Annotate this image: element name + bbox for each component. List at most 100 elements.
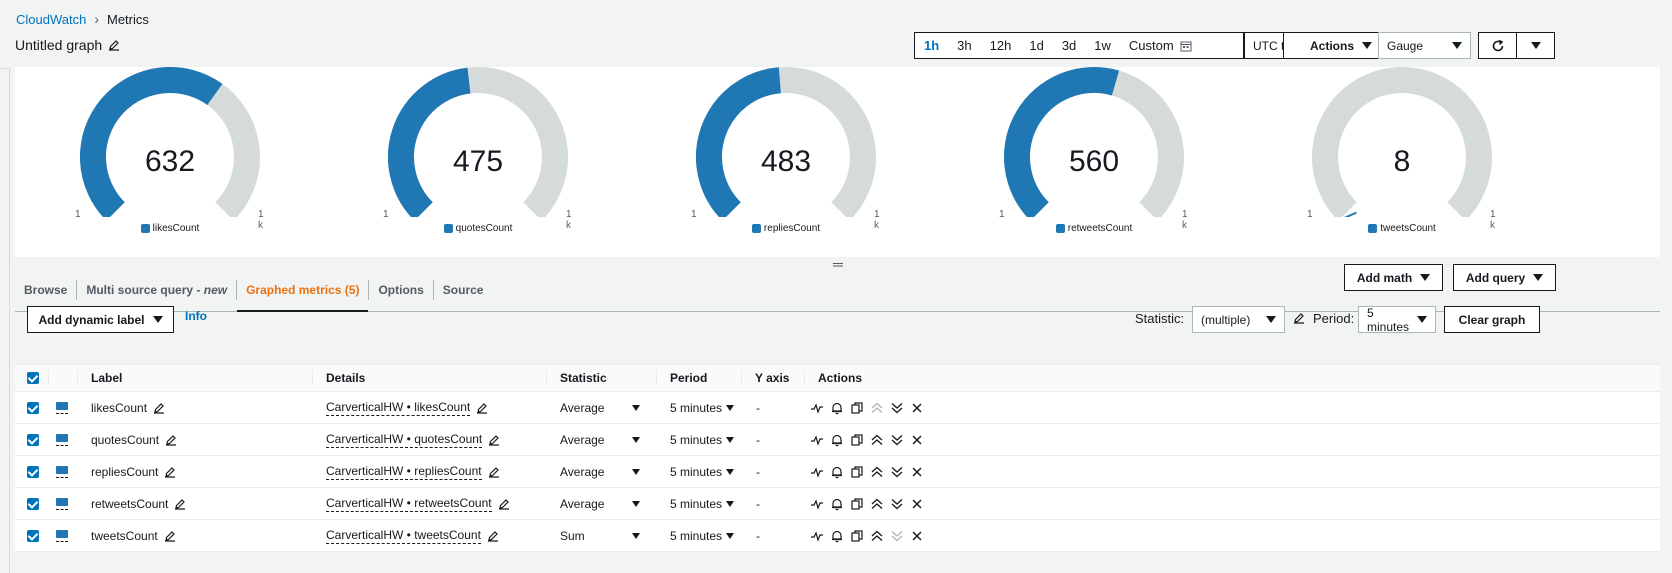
time-range-1d[interactable]: 1d bbox=[1020, 38, 1052, 53]
gauge-legend[interactable]: likesCount bbox=[70, 223, 270, 234]
row-yaxis[interactable]: - bbox=[756, 424, 760, 455]
refresh-button[interactable] bbox=[1478, 32, 1517, 59]
series-color-swatch[interactable] bbox=[56, 529, 68, 542]
remove-icon[interactable] bbox=[910, 529, 924, 543]
row-yaxis[interactable]: - bbox=[756, 392, 760, 423]
view-type-select[interactable]: Gauge bbox=[1378, 32, 1471, 59]
header-statistic[interactable]: Statistic bbox=[560, 365, 607, 391]
row-details[interactable]: CarverticalHW • likesCount bbox=[326, 400, 471, 416]
row-details[interactable]: CarverticalHW • repliesCount bbox=[326, 464, 482, 480]
row-checkbox[interactable] bbox=[27, 401, 39, 414]
tab-source[interactable]: Source bbox=[434, 280, 493, 300]
row-yaxis[interactable]: - bbox=[756, 456, 760, 487]
gauge-legend[interactable]: retweetsCount bbox=[994, 223, 1194, 234]
add-dynamic-label-button[interactable]: Add dynamic label bbox=[27, 306, 174, 333]
gauge-legend[interactable]: repliesCount bbox=[686, 223, 886, 234]
row-statistic-select[interactable]: Sum bbox=[560, 520, 640, 551]
graph-metric-icon[interactable] bbox=[810, 401, 824, 415]
move-up-icon[interactable] bbox=[870, 433, 884, 447]
remove-icon[interactable] bbox=[910, 433, 924, 447]
row-label[interactable]: retweetsCount bbox=[91, 497, 168, 511]
graph-metric-icon[interactable] bbox=[810, 465, 824, 479]
pencil-icon[interactable] bbox=[164, 466, 176, 478]
copy-icon[interactable] bbox=[850, 465, 864, 479]
header-yaxis[interactable]: Y axis bbox=[755, 365, 789, 391]
row-label[interactable]: likesCount bbox=[91, 401, 147, 415]
clear-graph-button[interactable]: Clear graph bbox=[1444, 306, 1540, 333]
graph-metric-icon[interactable] bbox=[810, 497, 824, 511]
move-down-icon[interactable] bbox=[890, 465, 904, 479]
row-label[interactable]: repliesCount bbox=[91, 465, 158, 479]
move-down-icon[interactable] bbox=[890, 497, 904, 511]
graph-title[interactable]: Untitled graph bbox=[15, 37, 102, 53]
pencil-icon[interactable] bbox=[174, 498, 186, 510]
copy-icon[interactable] bbox=[850, 401, 864, 415]
pencil-icon[interactable] bbox=[164, 530, 176, 542]
bell-alarm-icon[interactable] bbox=[830, 497, 844, 511]
row-yaxis[interactable]: - bbox=[756, 488, 760, 519]
series-color-swatch[interactable] bbox=[56, 497, 68, 510]
row-period-select[interactable]: 5 minutes bbox=[670, 456, 735, 487]
series-color-swatch[interactable] bbox=[56, 401, 68, 414]
series-color-swatch[interactable] bbox=[56, 433, 68, 446]
tab-multi-source-query[interactable]: Multi source query - new bbox=[77, 279, 238, 300]
header-details[interactable]: Details bbox=[326, 365, 365, 391]
pencil-icon[interactable] bbox=[488, 434, 500, 446]
row-details[interactable]: CarverticalHW • tweetsCount bbox=[326, 528, 481, 544]
pencil-icon[interactable] bbox=[498, 498, 510, 510]
row-yaxis[interactable]: - bbox=[756, 520, 760, 551]
info-link[interactable]: Info bbox=[185, 309, 207, 323]
row-label[interactable]: quotesCount bbox=[91, 433, 159, 447]
copy-icon[interactable] bbox=[850, 433, 864, 447]
add-math-button[interactable]: Add math bbox=[1344, 264, 1443, 291]
move-down-icon[interactable] bbox=[890, 433, 904, 447]
time-range-3h[interactable]: 3h bbox=[948, 38, 980, 53]
row-checkbox[interactable] bbox=[27, 529, 39, 542]
tab-browse[interactable]: Browse bbox=[15, 279, 78, 300]
add-query-button[interactable]: Add query bbox=[1453, 264, 1556, 291]
bell-alarm-icon[interactable] bbox=[830, 401, 844, 415]
move-up-icon[interactable] bbox=[870, 529, 884, 543]
row-checkbox[interactable] bbox=[27, 497, 39, 510]
pencil-icon[interactable] bbox=[487, 530, 499, 542]
pencil-icon[interactable] bbox=[165, 434, 177, 446]
tab-graphed-metrics[interactable]: Graphed metrics (5) bbox=[237, 279, 370, 312]
graph-metric-icon[interactable] bbox=[810, 529, 824, 543]
row-period-select[interactable]: 5 minutes bbox=[670, 424, 735, 455]
row-statistic-select[interactable]: Average bbox=[560, 456, 640, 487]
row-checkbox[interactable] bbox=[27, 465, 39, 478]
refresh-options-button[interactable] bbox=[1516, 32, 1555, 59]
copy-icon[interactable] bbox=[850, 529, 864, 543]
move-up-icon[interactable] bbox=[870, 401, 884, 415]
gauge-legend[interactable]: tweetsCount bbox=[1302, 223, 1502, 234]
statistic-select[interactable]: (multiple) bbox=[1192, 306, 1285, 333]
remove-icon[interactable] bbox=[910, 497, 924, 511]
row-period-select[interactable]: 5 minutes bbox=[670, 488, 735, 519]
period-select[interactable]: 5 minutes bbox=[1358, 306, 1436, 334]
time-range-custom[interactable]: Custom bbox=[1120, 38, 1201, 53]
row-period-select[interactable]: 5 minutes bbox=[670, 392, 735, 423]
time-range-1w[interactable]: 1w bbox=[1085, 38, 1120, 53]
header-label[interactable]: Label bbox=[91, 365, 122, 391]
row-details[interactable]: CarverticalHW • retweetsCount bbox=[326, 496, 492, 512]
bell-alarm-icon[interactable] bbox=[830, 433, 844, 447]
breadcrumb-cloudwatch-link[interactable]: CloudWatch bbox=[16, 12, 86, 27]
tab-options[interactable]: Options bbox=[369, 279, 434, 300]
pencil-icon[interactable] bbox=[488, 466, 500, 478]
time-range-12h[interactable]: 12h bbox=[981, 38, 1021, 53]
move-up-icon[interactable] bbox=[870, 497, 884, 511]
series-color-swatch[interactable] bbox=[56, 465, 68, 478]
move-down-icon[interactable] bbox=[890, 529, 904, 543]
bell-alarm-icon[interactable] bbox=[830, 465, 844, 479]
graph-metric-icon[interactable] bbox=[810, 433, 824, 447]
row-label[interactable]: tweetsCount bbox=[91, 529, 158, 543]
time-range-1h[interactable]: 1h bbox=[915, 38, 948, 53]
move-down-icon[interactable] bbox=[890, 401, 904, 415]
bell-alarm-icon[interactable] bbox=[830, 529, 844, 543]
header-period[interactable]: Period bbox=[670, 365, 707, 391]
copy-icon[interactable] bbox=[850, 497, 864, 511]
pencil-icon[interactable] bbox=[108, 39, 120, 51]
pencil-icon[interactable] bbox=[153, 402, 165, 414]
pencil-icon[interactable] bbox=[1293, 312, 1305, 324]
row-period-select[interactable]: 5 minutes bbox=[670, 520, 735, 551]
